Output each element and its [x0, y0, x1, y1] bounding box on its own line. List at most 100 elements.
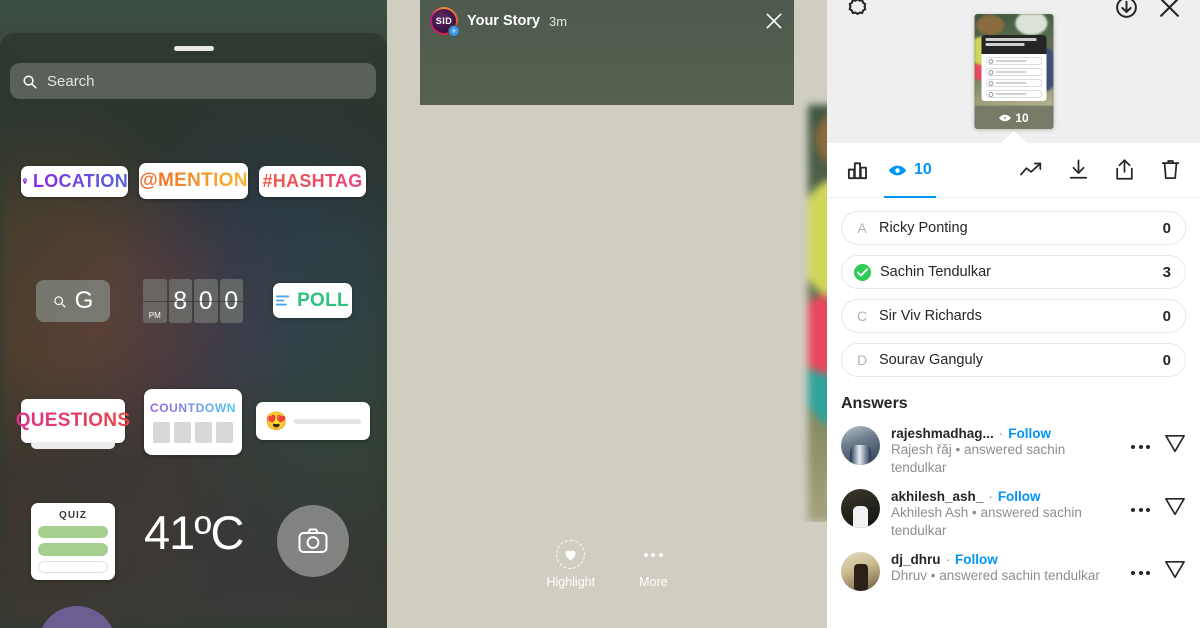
sticker-gif-label: G: [74, 287, 94, 314]
search-input-container[interactable]: [10, 63, 376, 99]
avatar[interactable]: [841, 552, 880, 591]
separator-dot: ·: [998, 426, 1004, 441]
story-thumbnail[interactable]: 10: [974, 14, 1053, 129]
quiz-result-row[interactable]: C Sir Viv Richards 0: [841, 299, 1186, 333]
thumbnail-option: [985, 79, 1042, 87]
close-icon[interactable]: [1157, 0, 1182, 21]
answer-username[interactable]: dj_dhru: [891, 552, 941, 567]
sticker-countdown[interactable]: COUNTDOWN: [144, 389, 242, 455]
search-icon: [23, 74, 37, 88]
share-icon[interactable]: [1112, 158, 1136, 182]
story-viewer-panel: SID + Your Story 3m WHO SCORED MOST RUNS…: [387, 0, 827, 628]
sticker-emoji-slider[interactable]: 😍: [256, 402, 370, 440]
thumbnail-quiz-card: [981, 35, 1046, 101]
sticker-camera[interactable]: [277, 505, 349, 577]
sticker-mention[interactable]: @MENTION: [139, 163, 248, 199]
trending-up-icon[interactable]: [1020, 158, 1044, 182]
bar-chart-icon[interactable]: [845, 158, 869, 182]
clock-digit-1: 8: [168, 279, 192, 323]
answer-user-line: akhilesh_ash_ · Follow: [891, 489, 1120, 504]
clock-meridiem: PM: [143, 279, 167, 323]
close-icon[interactable]: [764, 11, 784, 31]
location-pin-icon: [22, 178, 27, 185]
slider-track[interactable]: [294, 418, 361, 424]
eye-icon: [998, 114, 1011, 121]
paper-plane-icon[interactable]: [1164, 560, 1186, 585]
story-header: SID + Your Story 3m: [420, 6, 794, 37]
quiz-result-row-correct[interactable]: Sachin Tendulkar 3: [841, 255, 1186, 289]
sticker-location[interactable]: LOCATION: [21, 166, 128, 197]
story-photo[interactable]: [808, 105, 827, 522]
check-circle-icon: [854, 263, 871, 281]
quiz-result-row[interactable]: D Sourav Ganguly 0: [841, 343, 1186, 377]
search-input[interactable]: [47, 72, 364, 90]
follow-button[interactable]: Follow: [1008, 426, 1051, 441]
thumbnail-question: [981, 35, 1046, 54]
sheet-grabber-handle[interactable]: [173, 46, 214, 51]
answer-username[interactable]: rajeshmadhag...: [891, 426, 994, 441]
thumbnail-option: [985, 90, 1042, 98]
views-tab[interactable]: 10: [884, 143, 936, 198]
separator-dot: ·: [945, 552, 951, 567]
clock-digit-3: 0: [219, 279, 243, 323]
answer-actions: [1131, 426, 1186, 459]
follow-button[interactable]: Follow: [998, 489, 1041, 504]
ellipsis-icon[interactable]: [1131, 507, 1150, 512]
result-count: 0: [1162, 219, 1171, 237]
result-letter: D: [856, 352, 868, 368]
trash-icon[interactable]: [1158, 158, 1182, 182]
story-photo-background: [808, 105, 827, 522]
heart-icon: [556, 540, 586, 569]
story-username[interactable]: Your Story: [467, 13, 540, 29]
poll-bars-icon: [276, 295, 290, 306]
insights-toolbar: 10: [827, 143, 1200, 198]
sticker-mention-label: @MENTION: [139, 170, 248, 191]
more-button[interactable]: More: [639, 540, 668, 589]
sticker-temperature[interactable]: 41ºC: [144, 505, 244, 560]
quiz-bar-1: [38, 526, 108, 539]
result-letter: C: [856, 308, 868, 324]
download-circle-icon[interactable]: [1114, 0, 1139, 21]
sticker-gif[interactable]: G: [36, 280, 110, 322]
sticker-poll[interactable]: POLL: [273, 283, 352, 318]
heart-glyph-icon: [565, 550, 576, 560]
separator-dot: ·: [988, 489, 993, 504]
add-story-plus-icon[interactable]: +: [448, 25, 460, 37]
insights-header: 10: [827, 0, 1200, 144]
sticker-poll-label: POLL: [297, 289, 349, 311]
result-name: Sachin Tendulkar: [880, 264, 991, 280]
result-count: 3: [1162, 263, 1171, 281]
thumbnail-option: [985, 68, 1042, 76]
ellipsis-icon[interactable]: [1131, 570, 1150, 575]
answer-body: rajeshmadhag... · Follow Rajesh řăj • an…: [891, 426, 1120, 477]
sticker-countdown-clock[interactable]: PM 8 0 0: [143, 279, 243, 323]
follow-button[interactable]: Follow: [955, 552, 998, 567]
avatar[interactable]: SID +: [430, 7, 460, 37]
quiz-result-row[interactable]: A Ricky Ponting 0: [841, 211, 1186, 245]
answer-list-item[interactable]: dj_dhru · Follow Dhruv • answered sachin…: [827, 547, 1200, 598]
gear-icon[interactable]: [845, 0, 870, 21]
avatar[interactable]: [841, 489, 880, 528]
answer-username[interactable]: akhilesh_ash_: [891, 489, 983, 504]
ellipsis-icon[interactable]: [1131, 444, 1150, 449]
download-icon[interactable]: [1066, 158, 1090, 182]
views-count: 10: [914, 161, 932, 178]
quiz-results-list: A Ricky Ponting 0 Sachin Tendulkar 3 C S…: [827, 198, 1200, 379]
quiz-bar-2: [38, 543, 108, 556]
sticker-questions-label: QUESTIONS: [15, 410, 131, 431]
heart-eyes-emoji-icon: 😍: [265, 411, 288, 431]
answer-list-item[interactable]: akhilesh_ash_ · Follow Akhilesh Ash • an…: [827, 484, 1200, 547]
highlight-button[interactable]: Highlight: [546, 540, 595, 589]
avatar[interactable]: [841, 426, 880, 465]
paper-plane-icon[interactable]: [1164, 434, 1186, 459]
answer-detail: Dhruv • answered sachin tendulkar: [891, 568, 1100, 583]
answer-list-item[interactable]: rajeshmadhag... · Follow Rajesh řăj • an…: [827, 421, 1200, 484]
sticker-quiz[interactable]: QUIZ: [31, 503, 115, 580]
answer-body: akhilesh_ash_ · Follow Akhilesh Ash • an…: [891, 489, 1120, 540]
more-label: More: [639, 575, 668, 589]
sticker-hashtag[interactable]: #HASHTAG: [259, 166, 366, 197]
answer-actions: [1131, 489, 1186, 522]
paper-plane-icon[interactable]: [1164, 497, 1186, 522]
sticker-questions[interactable]: QUESTIONS: [16, 399, 130, 449]
ellipsis-icon: [643, 540, 663, 569]
